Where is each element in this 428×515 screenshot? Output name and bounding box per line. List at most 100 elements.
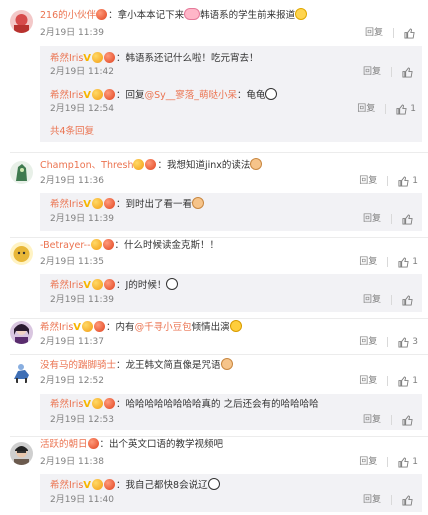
mention-link[interactable]: @Sy__寥落_萌哒小呆 bbox=[145, 90, 237, 101]
reply-thread: 希然IrisV ：韩语系还记什么啦！吃元宵去！ 2月19日 11:42 回复 希然… bbox=[40, 46, 422, 142]
username-link[interactable]: Champ1on、Thresh bbox=[40, 160, 133, 171]
like-count: 3 bbox=[412, 337, 418, 347]
username-link[interactable]: 希然Iris bbox=[40, 322, 73, 333]
divider bbox=[391, 415, 392, 425]
reply-actions: 回复 bbox=[363, 494, 416, 506]
reply-text: 希然IrisV ：哈哈哈哈哈哈哈哈真的 之后还会有的哈哈哈哈 bbox=[50, 398, 418, 412]
cat-emoji-icon bbox=[220, 358, 233, 370]
comment-body: ：出个英文口语的教学视频吧 bbox=[99, 439, 224, 450]
comment-body-cont: 韩语系的学生前来报道 bbox=[200, 10, 296, 21]
vip-badge-icon bbox=[104, 52, 116, 63]
like-icon[interactable] bbox=[398, 336, 409, 348]
reply-button[interactable]: 回复 bbox=[363, 294, 381, 306]
mention-link[interactable]: @千寻小豆包 bbox=[135, 322, 192, 333]
verified-v-icon: V bbox=[83, 53, 92, 64]
level-badge-icon bbox=[133, 159, 145, 170]
reply-text: 希然IrisV ：韩语系还记什么啦！吃元宵去！ bbox=[50, 52, 418, 66]
divider bbox=[387, 176, 389, 186]
reply-thread: 希然IrisV ：我自己都快8会说辽 2月19日 11:40 回复 bbox=[40, 474, 422, 512]
reply-text: 希然IrisV ：回复@Sy__寥落_萌哒小呆：龟龟 bbox=[50, 88, 418, 103]
divider bbox=[391, 214, 392, 224]
avatar[interactable] bbox=[10, 321, 33, 344]
reply-button[interactable]: 回复 bbox=[359, 256, 377, 268]
divider bbox=[385, 104, 387, 114]
reply-body: ：韩语系还记什么啦！吃元宵去！ bbox=[116, 53, 259, 64]
comment-actions: 回复 3 bbox=[359, 336, 418, 348]
reply-date: 2月19日 11:40 bbox=[50, 495, 114, 505]
like-icon[interactable] bbox=[398, 456, 409, 468]
cat-emoji-icon bbox=[250, 158, 263, 170]
reply-date: 2月19日 12:53 bbox=[50, 415, 114, 425]
like-icon[interactable] bbox=[402, 213, 413, 225]
username-link[interactable]: 希然Iris bbox=[50, 480, 83, 491]
reply-button[interactable]: 回复 bbox=[359, 456, 377, 468]
divider-line bbox=[10, 436, 428, 437]
comment-body: ：内有 bbox=[106, 322, 135, 333]
reply-text: 希然IrisV ：J的时候！ bbox=[50, 278, 418, 293]
reply-actions: 回复 bbox=[363, 294, 416, 306]
username-link[interactable]: 216的小伙伴 bbox=[40, 10, 96, 21]
username-link[interactable]: 希然Iris bbox=[50, 90, 83, 101]
username-link[interactable]: 希然Iris bbox=[50, 53, 83, 64]
level-badge-icon bbox=[92, 398, 104, 409]
reply-button[interactable]: 回复 bbox=[363, 494, 381, 506]
like-icon[interactable] bbox=[396, 103, 407, 115]
divider bbox=[387, 337, 389, 347]
reply-date: 2月19日 11:42 bbox=[50, 67, 114, 77]
view-more-replies-link[interactable]: 共4条回复 bbox=[50, 126, 94, 138]
reply-actions: 回复 bbox=[363, 213, 416, 225]
panda-emoji-icon bbox=[207, 478, 220, 490]
comment-text: 216的小伙伴 ：拿小本本记下来 韩语系的学生前来报道 bbox=[40, 8, 424, 23]
pig-emoji-icon bbox=[184, 8, 201, 20]
vip-badge-icon bbox=[104, 479, 116, 490]
comment-actions: 回复 1 bbox=[359, 175, 418, 187]
reply-button[interactable]: 回复 bbox=[363, 414, 381, 426]
avatar[interactable] bbox=[10, 361, 33, 384]
level-badge-icon bbox=[96, 9, 108, 20]
reply-button[interactable]: 回复 bbox=[357, 103, 375, 115]
reply-button[interactable]: 回复 bbox=[365, 27, 383, 39]
reply-thread: 希然IrisV ：J的时候！ 2月19日 11:39 回复 bbox=[40, 274, 422, 312]
vip-badge-icon bbox=[104, 198, 116, 209]
like-icon[interactable] bbox=[402, 66, 413, 78]
like-icon[interactable] bbox=[398, 175, 409, 187]
like-icon[interactable] bbox=[398, 256, 409, 268]
username-link[interactable]: 希然Iris bbox=[50, 199, 83, 210]
reply-date: 2月19日 12:54 bbox=[50, 104, 114, 114]
reply-button[interactable]: 回复 bbox=[363, 66, 381, 78]
like-icon[interactable] bbox=[402, 294, 413, 306]
comment-date: 2月19日 11:38 bbox=[40, 457, 104, 467]
username-link[interactable]: -Betrayer-- bbox=[40, 240, 91, 251]
reply-button[interactable]: 回复 bbox=[359, 375, 377, 387]
reply-button[interactable]: 回复 bbox=[363, 213, 381, 225]
like-icon[interactable] bbox=[398, 375, 409, 387]
divider bbox=[387, 257, 389, 267]
reply-body: ：到时出了看一看 bbox=[116, 199, 193, 210]
avatar[interactable] bbox=[10, 242, 33, 265]
like-count: 1 bbox=[412, 376, 418, 386]
vip-badge-icon bbox=[94, 321, 106, 332]
laugh-emoji-icon bbox=[229, 320, 242, 332]
username-link[interactable]: 希然Iris bbox=[50, 399, 83, 410]
username-link[interactable]: 没有马的踹脚骑士 bbox=[40, 360, 116, 371]
comment-body: ：龙王韩文简直像是咒语 bbox=[116, 360, 221, 371]
verified-v-icon: V bbox=[83, 90, 92, 101]
like-icon[interactable] bbox=[402, 494, 413, 506]
comment-date: 2月19日 12:52 bbox=[40, 376, 104, 386]
reply-actions: 回复 bbox=[363, 66, 416, 78]
like-icon[interactable] bbox=[404, 27, 415, 39]
avatar[interactable] bbox=[10, 442, 33, 465]
avatar[interactable] bbox=[10, 161, 33, 184]
reply-date: 2月19日 11:39 bbox=[50, 214, 114, 224]
username-link[interactable]: 希然Iris bbox=[50, 280, 83, 291]
reply-button[interactable]: 回复 bbox=[359, 175, 377, 187]
comment-actions: 回复 1 bbox=[359, 256, 418, 268]
reply-button[interactable]: 回复 bbox=[359, 336, 377, 348]
comment-body-cont: 倾情出演 bbox=[191, 322, 230, 333]
avatar[interactable] bbox=[10, 10, 33, 33]
divider-line bbox=[10, 152, 428, 153]
reply-date: 2月19日 11:39 bbox=[50, 295, 114, 305]
username-link[interactable]: 活跃的朝日 bbox=[40, 439, 88, 450]
like-icon[interactable] bbox=[402, 414, 413, 426]
face-emoji-icon bbox=[295, 8, 308, 20]
